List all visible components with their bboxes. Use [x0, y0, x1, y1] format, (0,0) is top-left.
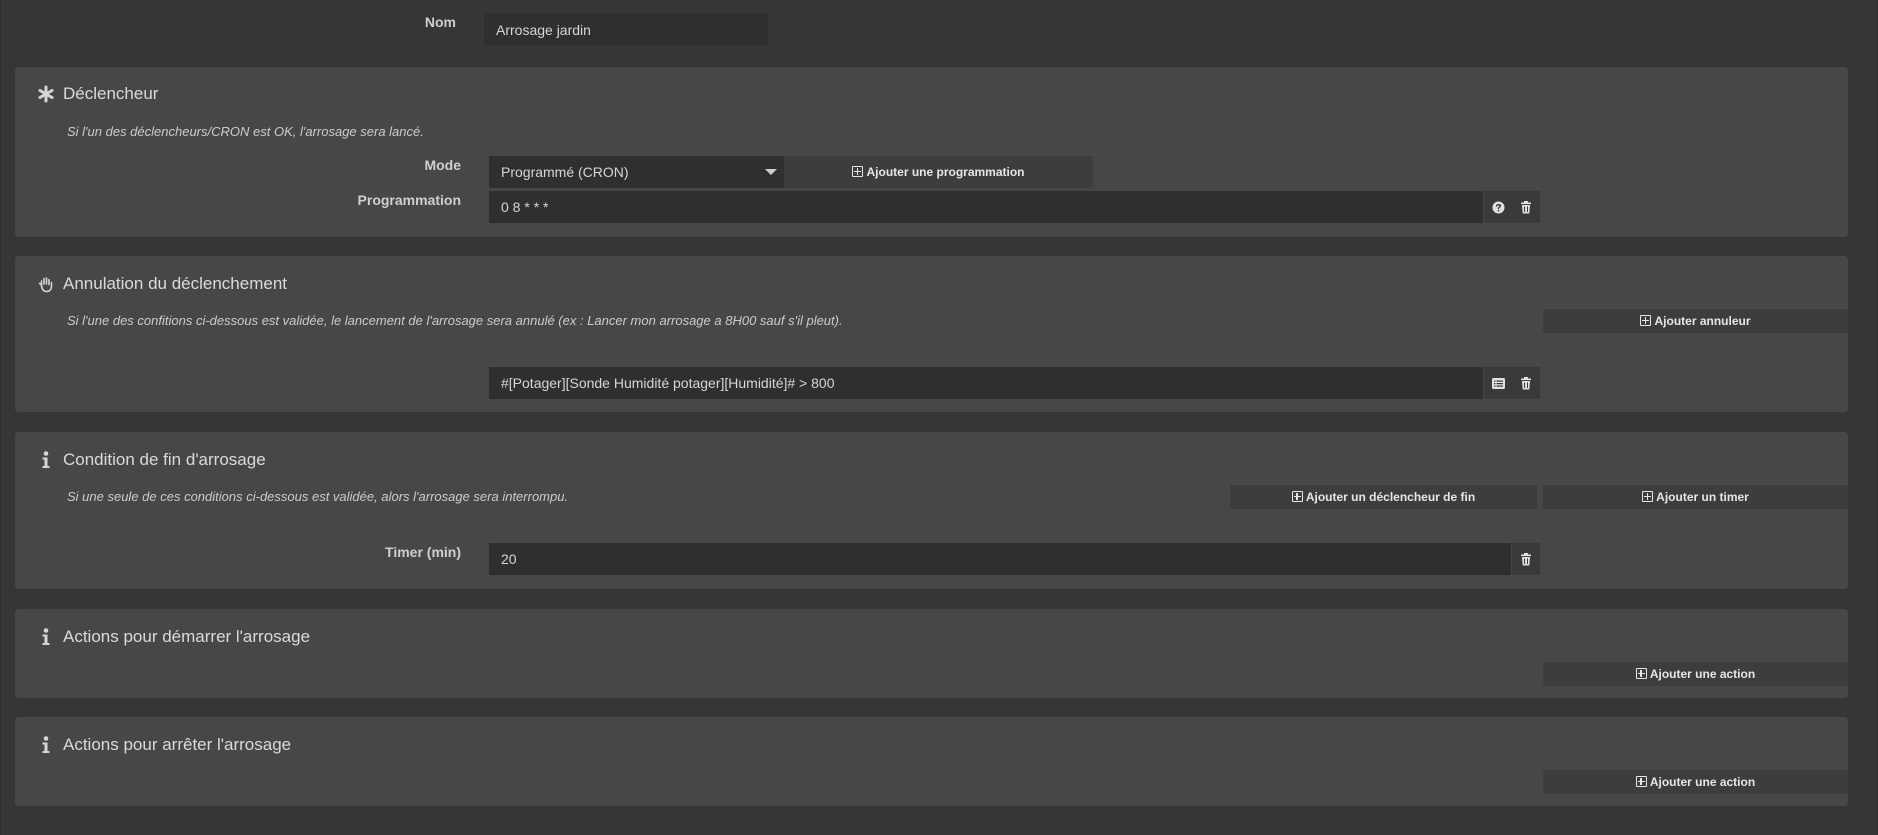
panel-fin-title-text: Condition de fin d'arrosage: [63, 450, 266, 469]
chevron-down-icon: [765, 169, 777, 175]
add-timer-button[interactable]: Ajouter un timer: [1543, 485, 1848, 509]
add-end-trigger-button-label: Ajouter un déclencheur de fin: [1305, 490, 1476, 504]
trash-icon: [1521, 376, 1531, 389]
page-edge-left: [0, 0, 1, 835]
plus-square-icon: [1642, 491, 1654, 502]
add-end-trigger-button[interactable]: Ajouter un déclencheur de fin: [1230, 485, 1537, 509]
fin-description: Si une seule de ces conditions ci-dessou…: [67, 489, 569, 504]
timer-label: Timer (min): [385, 544, 461, 560]
plus-square-icon: [1635, 668, 1647, 679]
add-stop-action-button-label: Ajouter une action: [1649, 775, 1756, 789]
trash-icon: [1521, 200, 1531, 213]
panel-declencheur-title: Déclencheur: [37, 84, 158, 104]
panel-annulation-title-text: Annulation du déclenchement: [63, 274, 287, 293]
panel-fin-arrosage: Condition de fin d'arrosage Si une seule…: [15, 432, 1848, 589]
plus-square-icon: [1640, 315, 1652, 326]
panel-demarrer-title-text: Actions pour démarrer l'arrosage: [63, 627, 311, 646]
add-annuleur-button-label: Ajouter annuleur: [1654, 314, 1751, 328]
panel-actions-demarrer: Actions pour démarrer l'arrosage Ajouter…: [15, 609, 1848, 698]
asterisk-icon: [37, 85, 55, 103]
delete-programmation-button[interactable]: [1512, 191, 1540, 223]
cron-help-button[interactable]: [1484, 191, 1512, 223]
add-start-action-button-label: Ajouter une action: [1649, 667, 1756, 681]
nom-input[interactable]: Arrosage jardin: [484, 14, 768, 46]
panel-fin-title: Condition de fin d'arrosage: [37, 450, 266, 470]
panel-annulation: Annulation du déclenchement Si l'une des…: [15, 256, 1848, 412]
add-annuleur-button[interactable]: Ajouter annuleur: [1543, 309, 1848, 333]
mode-label: Mode: [424, 157, 461, 173]
add-programmation-button-label: Ajouter une programmation: [866, 165, 1025, 179]
annulation-description: Si l'une des confitions ci-dessous est v…: [67, 313, 843, 328]
add-start-action-button[interactable]: Ajouter une action: [1543, 662, 1848, 686]
info-icon: [37, 736, 55, 754]
add-stop-action-button[interactable]: Ajouter une action: [1543, 770, 1848, 794]
programmation-input[interactable]: 0 8 * * *: [489, 191, 1483, 223]
declencheur-description: Si l'un des déclencheurs/CRON est OK, l'…: [67, 124, 424, 139]
equipment-config-page: Nom Arrosage jardin Déclencheur Si l'un …: [0, 0, 1878, 835]
panel-annulation-title: Annulation du déclenchement: [37, 274, 287, 294]
panel-actions-arreter: Actions pour arrêter l'arrosage Ajouter …: [15, 717, 1848, 806]
question-circle-icon: [1491, 200, 1505, 214]
add-programmation-button[interactable]: Ajouter une programmation: [784, 156, 1093, 188]
add-timer-button-label: Ajouter un timer: [1656, 490, 1749, 504]
plus-square-icon: [1635, 776, 1647, 787]
trash-icon: [1521, 552, 1531, 565]
info-icon: [37, 451, 55, 469]
panel-arreter-title: Actions pour arrêter l'arrosage: [37, 735, 291, 755]
panel-arreter-title-text: Actions pour arrêter l'arrosage: [63, 735, 292, 754]
nom-label: Nom: [424, 14, 456, 30]
delete-annuleur-button[interactable]: [1512, 367, 1540, 399]
list-icon: [1491, 377, 1505, 389]
plus-square-icon: [852, 166, 864, 177]
mode-select-value: Programmé (CRON): [501, 164, 629, 180]
panel-demarrer-title: Actions pour démarrer l'arrosage: [37, 627, 310, 647]
annulation-condition-input[interactable]: #[Potager][Sonde Humidité potager][Humid…: [489, 367, 1483, 399]
panel-declencheur: Déclencheur Si l'un des déclencheurs/CRO…: [15, 67, 1848, 237]
programmation-label: Programmation: [357, 192, 461, 208]
panel-declencheur-title-text: Déclencheur: [63, 84, 159, 103]
mode-select[interactable]: Programmé (CRON): [489, 156, 785, 188]
condition-list-button[interactable]: [1484, 367, 1512, 399]
timer-input[interactable]: 20: [489, 543, 1511, 575]
info-icon: [37, 628, 55, 646]
hand-icon: [37, 275, 55, 293]
delete-timer-button[interactable]: [1512, 543, 1540, 575]
plus-square-icon: [1291, 491, 1303, 502]
